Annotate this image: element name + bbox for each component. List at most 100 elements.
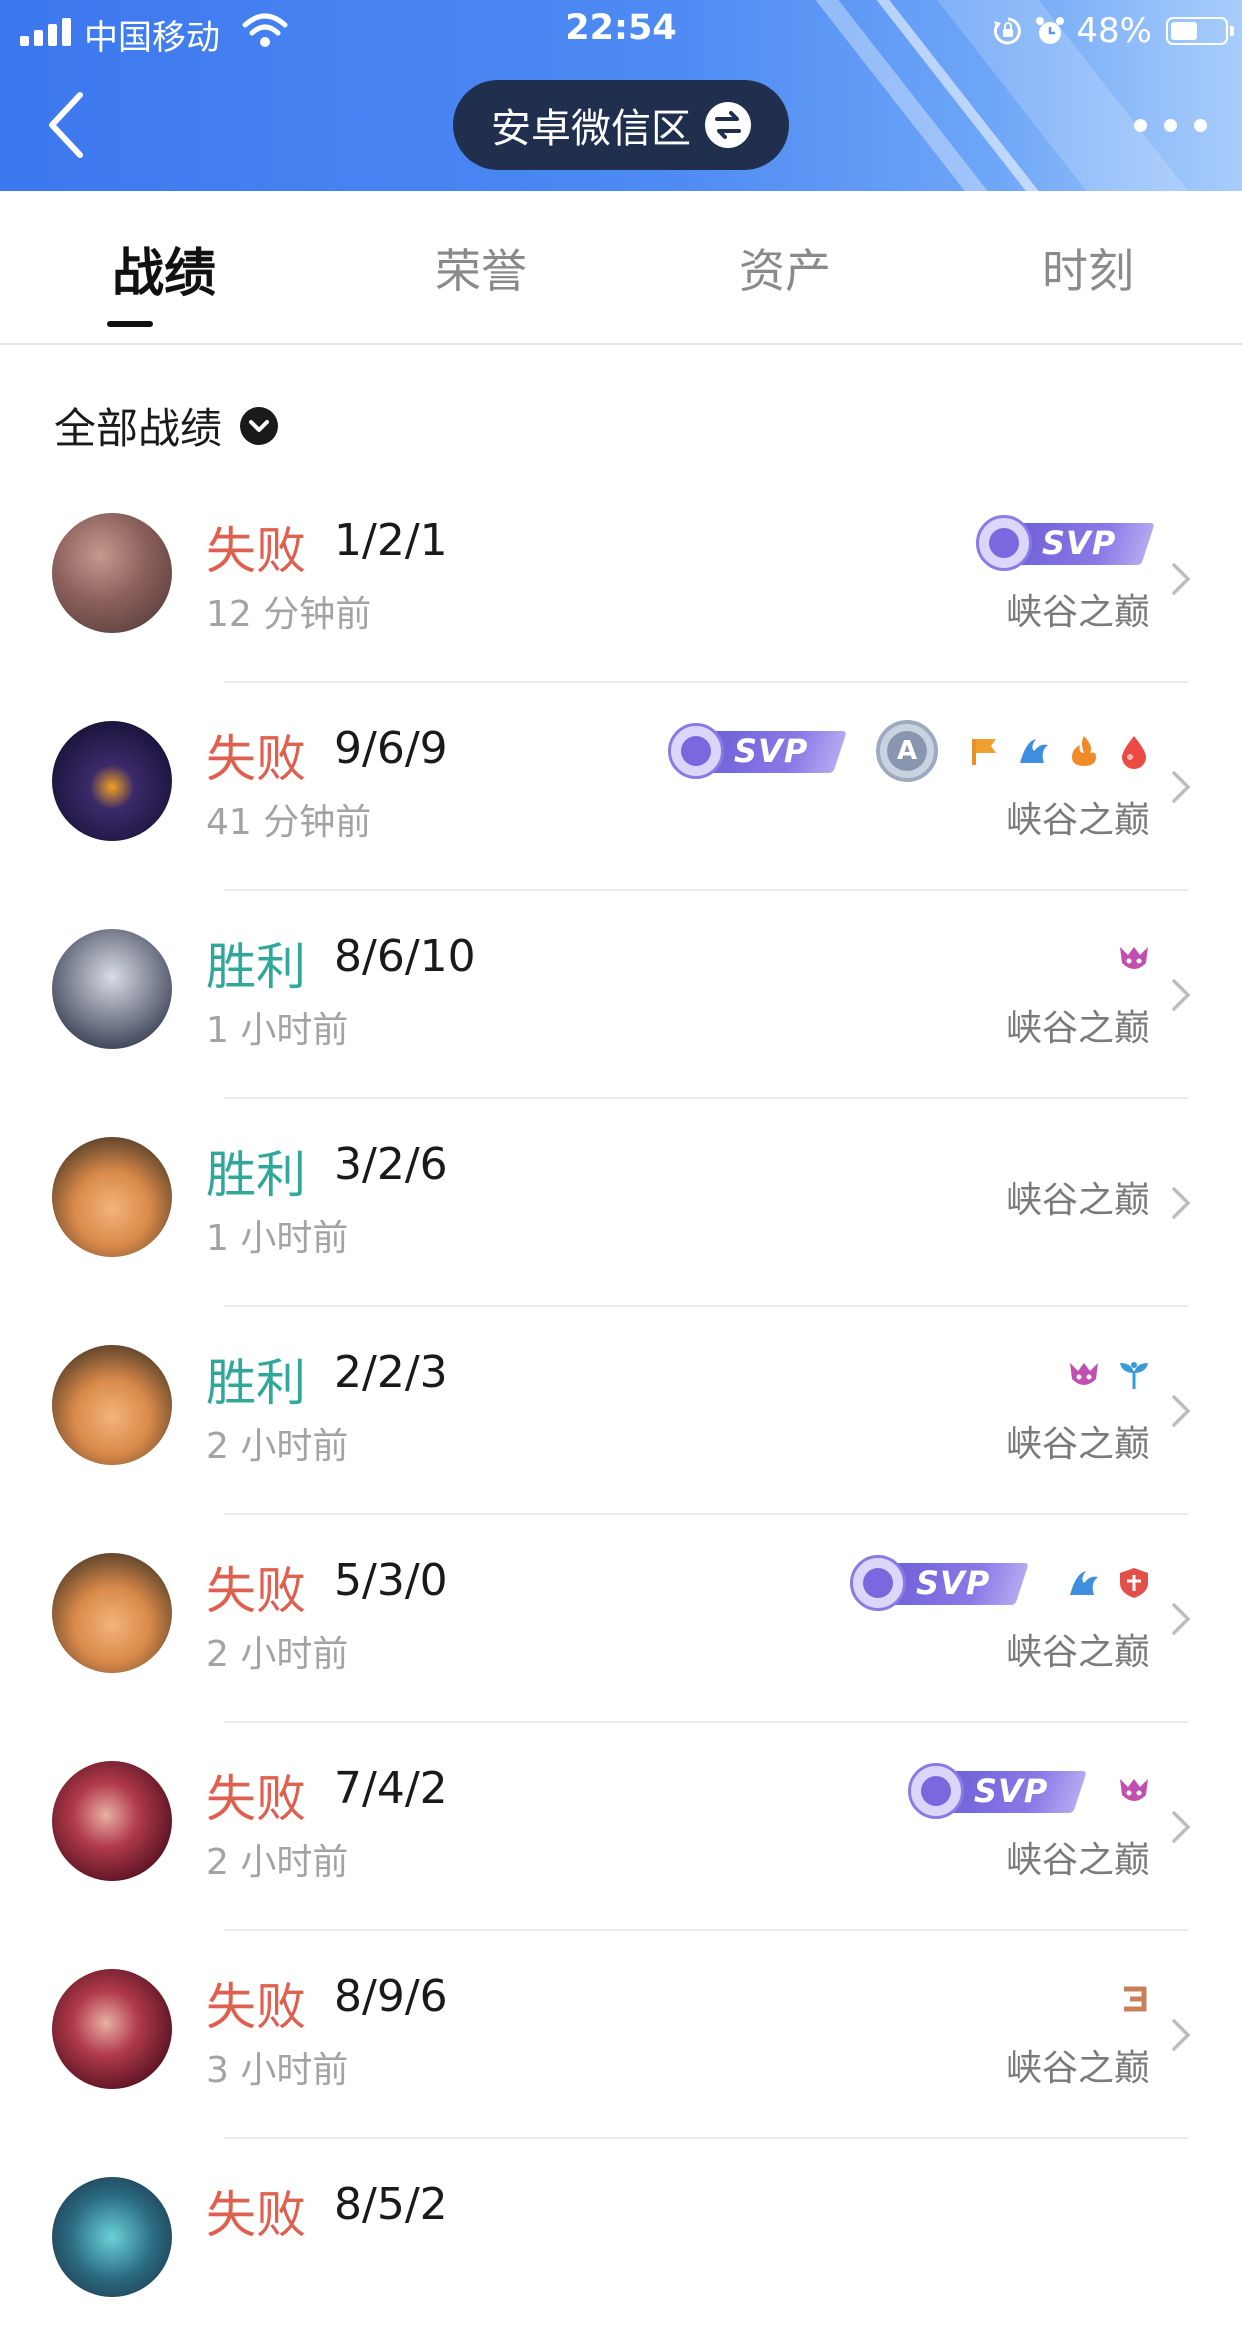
status-right-group: 48%	[992, 10, 1234, 52]
match-row[interactable]: 失败 8/9/6 3 小时前 峡谷之巅	[0, 1931, 1242, 2139]
rotation-lock-icon	[994, 17, 1022, 45]
match-result: 胜利	[206, 1146, 306, 1204]
match-row[interactable]: 失败 8/5/2	[0, 2139, 1242, 2347]
demon-icon	[1070, 1363, 1098, 1385]
chevron-right-icon	[1172, 2019, 1191, 2051]
demon-icon	[1120, 1779, 1148, 1801]
battery-percentage: 48%	[1076, 11, 1152, 51]
badge-group	[1066, 1345, 1152, 1405]
hero-avatar	[52, 1345, 172, 1465]
match-result: 胜利	[206, 938, 306, 996]
more-icon[interactable]	[1132, 110, 1212, 140]
match-row[interactable]: 胜利 3/2/6 1 小时前 峡谷之巅	[0, 1099, 1242, 1307]
match-result: 失败	[206, 2186, 306, 2244]
match-mode: 峡谷之巅	[1005, 1008, 1150, 1049]
back-icon[interactable]	[40, 85, 100, 165]
match-time: 2 小时前	[206, 1426, 349, 1467]
sprout-icon	[1120, 1362, 1148, 1389]
alarm-icon	[1036, 17, 1065, 44]
fire-icon	[1072, 736, 1096, 766]
flag-icon	[972, 739, 996, 765]
match-result: 失败	[206, 730, 306, 788]
wave-icon	[1070, 1571, 1098, 1595]
svp-text: SVP	[916, 1564, 991, 1602]
match-time: 3 小时前	[206, 2050, 349, 2091]
badge-group: SVP	[976, 513, 1155, 573]
match-mode: 峡谷之巅	[1005, 592, 1150, 633]
chevron-right-icon	[1172, 1603, 1191, 1635]
match-kda: 1/2/1	[334, 515, 448, 566]
status-time: 22:54	[565, 8, 677, 48]
svp-badge: SVP	[850, 1555, 1029, 1611]
match-kda: 8/6/10	[334, 931, 476, 982]
match-mode: 峡谷之巅	[1005, 2048, 1150, 2089]
hero-avatar	[52, 2177, 172, 2297]
match-kda: 9/6/9	[334, 723, 448, 774]
match-mode: 峡谷之巅	[1005, 1424, 1150, 1465]
hero-avatar	[52, 1137, 172, 1257]
chevron-down-icon	[240, 406, 279, 445]
match-kda: 5/3/0	[334, 1555, 448, 1606]
triple-kill-icon	[1124, 1986, 1147, 2012]
match-mode: 峡谷之巅	[1005, 1180, 1150, 1221]
badge-group: SVP A	[668, 720, 1152, 782]
chevron-right-icon	[1172, 771, 1191, 803]
match-kda: 3/2/6	[334, 1139, 448, 1190]
match-row[interactable]: 失败 7/4/2 2 小时前 SVP 峡谷之巅	[0, 1723, 1242, 1931]
top-header: 中国移动 22:54 48% 安卓微信区	[0, 0, 1242, 191]
wifi-icon	[242, 13, 288, 47]
svp-badge: SVP	[668, 723, 847, 779]
svp-text: SVP	[734, 732, 809, 770]
hero-avatar	[52, 1553, 172, 1673]
drop-icon	[1122, 736, 1146, 769]
badge-group: SVP	[908, 1761, 1152, 1821]
badge-group: SVP	[850, 1553, 1152, 1613]
signal-icon	[20, 18, 74, 46]
match-kda: 2/2/3	[334, 1347, 448, 1398]
swap-icon	[705, 102, 751, 148]
match-mode: 峡谷之巅	[1005, 1840, 1150, 1881]
chevron-right-icon	[1172, 1395, 1191, 1427]
match-result: 失败	[206, 1770, 306, 1828]
match-row[interactable]: 失败 9/6/9 41 分钟前 SVP A 峡谷之巅	[0, 683, 1242, 891]
hero-avatar	[52, 1969, 172, 2089]
tab-record[interactable]: 战绩	[112, 231, 216, 306]
tab-bar: 战绩 荣誉 资产 时刻	[0, 191, 1242, 345]
chevron-right-icon	[1172, 1811, 1191, 1843]
carrier-name: 中国移动	[84, 18, 220, 58]
svp-badge: SVP	[976, 515, 1155, 571]
tab-active-indicator	[107, 321, 153, 327]
tab-honor[interactable]: 荣誉	[435, 235, 527, 301]
status-bar: 中国移动 22:54 48%	[0, 0, 1242, 62]
match-row[interactable]: 失败 1/2/1 12 分钟前 SVP 峡谷之巅	[0, 475, 1242, 683]
match-time: 2 小时前	[206, 1842, 349, 1883]
badge-group	[1116, 929, 1152, 989]
match-result: 胜利	[206, 1354, 306, 1412]
a-rank-text: A	[887, 731, 927, 771]
zone-switch-button[interactable]: 安卓微信区	[453, 80, 789, 170]
match-time: 12 分钟前	[206, 594, 372, 635]
match-time: 1 小时前	[206, 1010, 349, 1051]
match-time: 41 分钟前	[206, 802, 372, 843]
match-row[interactable]: 失败 5/3/0 2 小时前 SVP 峡谷之巅	[0, 1515, 1242, 1723]
match-result: 失败	[206, 1562, 306, 1620]
hero-avatar	[52, 1761, 172, 1881]
chevron-right-icon	[1172, 979, 1191, 1011]
match-time: 2 小时前	[206, 1634, 349, 1675]
match-result: 失败	[206, 1978, 306, 2036]
hero-avatar	[52, 513, 172, 633]
match-mode: 峡谷之巅	[1005, 1632, 1150, 1673]
tab-assets[interactable]: 资产	[739, 235, 831, 301]
tab-moments[interactable]: 时刻	[1042, 235, 1134, 301]
shield-icon	[1120, 1568, 1148, 1598]
badge-group	[1116, 1969, 1152, 2029]
match-row[interactable]: 胜利 2/2/3 2 小时前 峡谷之巅	[0, 1307, 1242, 1515]
match-row[interactable]: 胜利 8/6/10 1 小时前 峡谷之巅	[0, 891, 1242, 1099]
a-rank-medal: A	[876, 720, 938, 782]
record-filter-dropdown[interactable]: 全部战绩	[54, 395, 279, 456]
svp-text: SVP	[974, 1772, 1049, 1810]
chevron-right-icon	[1172, 1187, 1191, 1219]
wave-icon	[1020, 739, 1048, 763]
hero-avatar	[52, 721, 172, 841]
battery-icon	[1166, 17, 1234, 45]
